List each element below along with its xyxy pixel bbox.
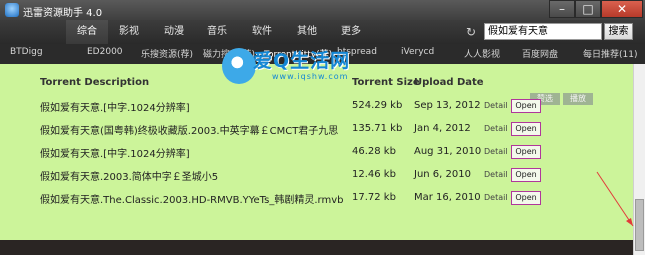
row-date: Jun 6, 2010 bbox=[414, 169, 471, 180]
open-button[interactable]: Open bbox=[511, 99, 541, 113]
row-description: 假如爱有天意(国粤韩)终极收藏版.2003.中英字幕￡CMCT君子九思 bbox=[40, 126, 339, 137]
detail-link[interactable]: Detail bbox=[484, 193, 508, 202]
tab-other[interactable]: 其他 bbox=[288, 20, 326, 44]
row-size: 135.71 kb bbox=[352, 123, 403, 134]
search-input[interactable]: 假如爱有天意 bbox=[484, 23, 602, 40]
site-item-daily[interactable]: 每日推荐(11) bbox=[583, 47, 637, 60]
site-item-btdigg[interactable]: BTDigg bbox=[10, 47, 43, 57]
site-item-ed2000[interactable]: ED2000 bbox=[87, 47, 123, 57]
tab-more[interactable]: 更多 bbox=[332, 20, 370, 44]
scrollbar-thumb[interactable] bbox=[635, 199, 644, 251]
site-item-lesou[interactable]: 乐搜资源(荐) bbox=[141, 47, 193, 60]
row-size: 524.29 kb bbox=[352, 100, 403, 111]
refresh-icon[interactable]: ↻ bbox=[466, 25, 480, 39]
tab-movies[interactable]: 影视 bbox=[110, 20, 148, 44]
open-button[interactable]: Open bbox=[511, 191, 541, 205]
row-description: 假如爱有天意.[中字.1024分辨率] bbox=[40, 103, 190, 114]
row-date: Sep 13, 2012 bbox=[414, 100, 481, 111]
row-date: Mar 16, 2010 bbox=[414, 192, 481, 203]
scrollbar[interactable] bbox=[633, 64, 645, 255]
row-description: 假如爱有天意.The.Classic.2003.HD-RMVB.YYeTs_韩剧… bbox=[40, 195, 344, 206]
detail-link[interactable]: Detail bbox=[484, 101, 508, 110]
window-title: 迅雷资源助手 4.0 bbox=[23, 8, 103, 19]
window-controls: – □ ✕ bbox=[549, 0, 643, 18]
row-date: Jan 4, 2012 bbox=[414, 123, 471, 134]
header-description: Torrent Description bbox=[40, 77, 150, 88]
results-panel: Torrent Description Torrent Size Upload … bbox=[0, 64, 633, 240]
detail-link[interactable]: Detail bbox=[484, 147, 508, 156]
header-size: Torrent Size bbox=[352, 77, 420, 88]
close-button[interactable]: ✕ bbox=[601, 0, 643, 18]
header-date: Upload Date bbox=[414, 77, 484, 88]
watermark-url: www.iqshw.com bbox=[272, 72, 349, 81]
row-date: Aug 31, 2010 bbox=[414, 146, 482, 157]
detail-link[interactable]: Detail bbox=[484, 124, 508, 133]
row-description: 假如爱有天意.[中字.1024分辨率] bbox=[40, 149, 190, 160]
row-size: 46.28 kb bbox=[352, 146, 396, 157]
site-item-baidu-pan[interactable]: 百度网盘 bbox=[522, 47, 558, 60]
row-size: 17.72 kb bbox=[352, 192, 396, 203]
play-button[interactable]: 播放 bbox=[563, 93, 593, 105]
row-size: 12.46 kb bbox=[352, 169, 396, 180]
app-logo-icon bbox=[5, 3, 19, 17]
watermark-text: 爱Q生活网 bbox=[253, 50, 351, 72]
tab-anime[interactable]: 动漫 bbox=[155, 20, 193, 44]
site-item-iverycd[interactable]: iVerycd bbox=[401, 47, 434, 57]
tab-music[interactable]: 音乐 bbox=[198, 20, 236, 44]
site-item-renren[interactable]: 人人影视 bbox=[464, 47, 500, 60]
row-description: 假如爱有天意.2003.简体中字￡圣城小5 bbox=[40, 172, 219, 183]
open-button[interactable]: Open bbox=[511, 122, 541, 136]
tab-software[interactable]: 软件 bbox=[243, 20, 281, 44]
bottom-bar bbox=[0, 240, 633, 255]
detail-link[interactable]: Detail bbox=[484, 170, 508, 179]
open-button[interactable]: Open bbox=[511, 168, 541, 182]
watermark-logo-icon bbox=[222, 48, 256, 84]
title-bar: 迅雷资源助手 4.0 – □ ✕ bbox=[0, 0, 645, 20]
minimize-button[interactable]: – bbox=[549, 0, 575, 18]
open-button[interactable]: Open bbox=[511, 145, 541, 159]
maximize-button[interactable]: □ bbox=[575, 0, 601, 18]
search-button[interactable]: 搜索 bbox=[604, 23, 633, 40]
tab-comprehensive[interactable]: 综合 bbox=[66, 20, 108, 44]
